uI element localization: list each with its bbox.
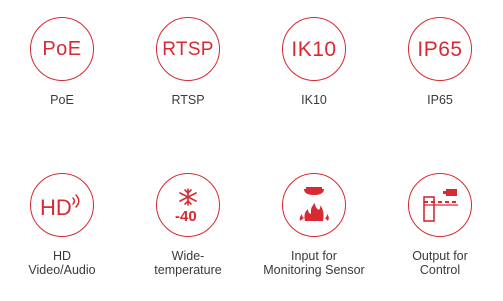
fire-alarm-icon	[282, 173, 346, 237]
barrier-gate-icon	[408, 173, 472, 237]
hd-audio-icon: HD	[30, 173, 94, 237]
ik10-badge-text: IK10	[291, 37, 337, 61]
ik10-caption-line-1: IK10	[301, 93, 327, 107]
feature-rtsp: RTSP RTSP	[126, 17, 250, 107]
output-control-caption: Output for Control	[412, 249, 468, 277]
snowflake-icon: -40	[156, 173, 220, 237]
feature-ik10: IK10 IK10	[252, 17, 376, 107]
rtsp-badge-icon: RTSP	[156, 17, 220, 81]
temperature-value-text: -40	[175, 208, 197, 225]
ip65-caption: IP65	[427, 93, 453, 107]
wide-temperature-caption-line-2: temperature	[154, 263, 222, 277]
poe-caption: PoE	[50, 93, 74, 107]
ip65-badge-text: IP65	[417, 37, 463, 61]
feature-poe: PoE PoE	[0, 17, 124, 107]
output-control-caption-line-1: Output for	[412, 249, 468, 263]
monitoring-sensor-caption-line-2: Monitoring Sensor	[263, 263, 365, 277]
poe-badge-icon: PoE	[30, 17, 94, 81]
feature-output-control: Output for Control	[378, 173, 502, 277]
poe-badge-text: PoE	[42, 38, 82, 60]
hd-caption-line-2: Video/Audio	[28, 263, 96, 277]
rtsp-caption-line-1: RTSP	[171, 93, 205, 107]
barrier-gate-icon-graphic	[423, 189, 458, 222]
hd-caption: HD Video/Audio	[28, 249, 95, 277]
ik10-badge-icon: IK10	[282, 17, 346, 81]
hd-badge-text: HD	[40, 195, 72, 220]
hd-audio-icon-graphic: HD	[40, 194, 80, 220]
monitoring-sensor-caption-line-1: Input for	[291, 249, 337, 263]
wide-temperature-caption-line-1: Wide-	[171, 249, 205, 263]
ip65-badge-icon: IP65	[408, 17, 472, 81]
ik10-caption: IK10	[301, 93, 327, 107]
hd-caption-line-1: HD	[52, 249, 72, 263]
rtsp-caption: RTSP	[171, 93, 204, 107]
feature-input-monitoring-sensor: Input for Monitoring Sensor	[252, 173, 376, 277]
ip65-caption-line-1: IP65	[427, 93, 453, 107]
fire-alarm-icon-graphic	[299, 187, 329, 221]
rtsp-badge-text: RTSP	[162, 38, 214, 60]
monitoring-sensor-caption: Input for Monitoring Sensor	[263, 249, 364, 277]
snowflake-icon-graphic: -40	[175, 188, 197, 225]
feature-ip65: IP65 IP65	[378, 17, 502, 107]
feature-wide-temperature: -40 Wide- temperature	[126, 173, 250, 277]
output-control-caption-line-2: Control	[419, 263, 461, 277]
poe-caption-line-1: PoE	[50, 93, 74, 107]
feature-hd-video-audio: HD HD Video/Audio	[0, 173, 124, 277]
wide-temperature-caption: Wide- temperature	[154, 249, 221, 277]
feature-grid: PoE PoE RTSP RTSP IK10 IK10 IP65 IP65 HD…	[0, 0, 503, 301]
